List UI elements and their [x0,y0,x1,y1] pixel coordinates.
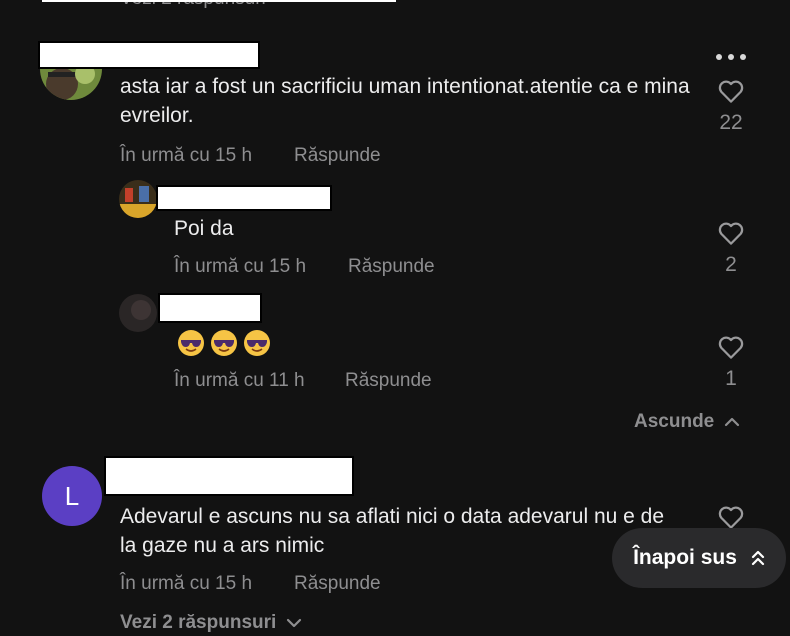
username-redacted[interactable] [158,293,262,323]
comment-timestamp: În urmă cu 15 h [120,145,253,166]
more-dots-icon[interactable] [713,50,749,62]
hide-replies-button[interactable]: Ascunde [634,411,740,433]
view-replies-button[interactable]: Vezi 2 răspunsuri [120,612,302,634]
back-to-top-label: Înapoi sus [633,546,737,569]
reply-timestamp: În urmă cu 11 h [174,370,305,391]
reply-button[interactable]: Răspunde [345,370,432,392]
smiling-face-with-sunglasses-icon [211,330,237,356]
username-redacted[interactable] [156,185,332,211]
comment-text: Adevarul e ascuns nu sa aflati nici o da… [120,505,665,557]
like-count: 22 [719,111,743,134]
reply-button[interactable]: Răspunde [348,256,435,278]
smiling-face-with-sunglasses-icon [178,330,204,356]
reply-button[interactable]: Răspunde [294,573,381,595]
avatar[interactable] [119,180,157,218]
username-redacted[interactable] [104,456,354,496]
chevron-down-icon [287,618,302,628]
chevron-up-icon [725,417,740,427]
divider [42,0,396,2]
heart-icon[interactable] [716,218,746,248]
avatar[interactable]: L [42,466,102,526]
reply-text: Poi da [174,217,234,240]
reply-emojis [177,329,276,359]
reply-button[interactable]: Răspunde [294,145,381,167]
double-chevron-up-icon [751,550,765,566]
view-replies-label: Vezi 2 răspunsuri [120,612,277,633]
like-count: 2 [725,253,737,276]
avatar-letter: L [64,480,80,511]
username-redacted[interactable] [38,41,260,69]
hide-replies-label: Ascunde [634,411,715,432]
smiling-face-with-sunglasses-icon [244,330,270,356]
back-to-top-button[interactable]: Înapoi sus [612,528,786,588]
comment-timestamp: În urmă cu 15 h [120,573,253,594]
avatar[interactable] [119,294,157,332]
heart-icon[interactable] [716,76,746,106]
like-count: 1 [725,367,737,390]
reply-timestamp: În urmă cu 15 h [174,256,307,277]
heart-icon[interactable] [716,332,746,362]
comment-text: asta iar a fost un sacrificiu uman inten… [120,75,690,127]
